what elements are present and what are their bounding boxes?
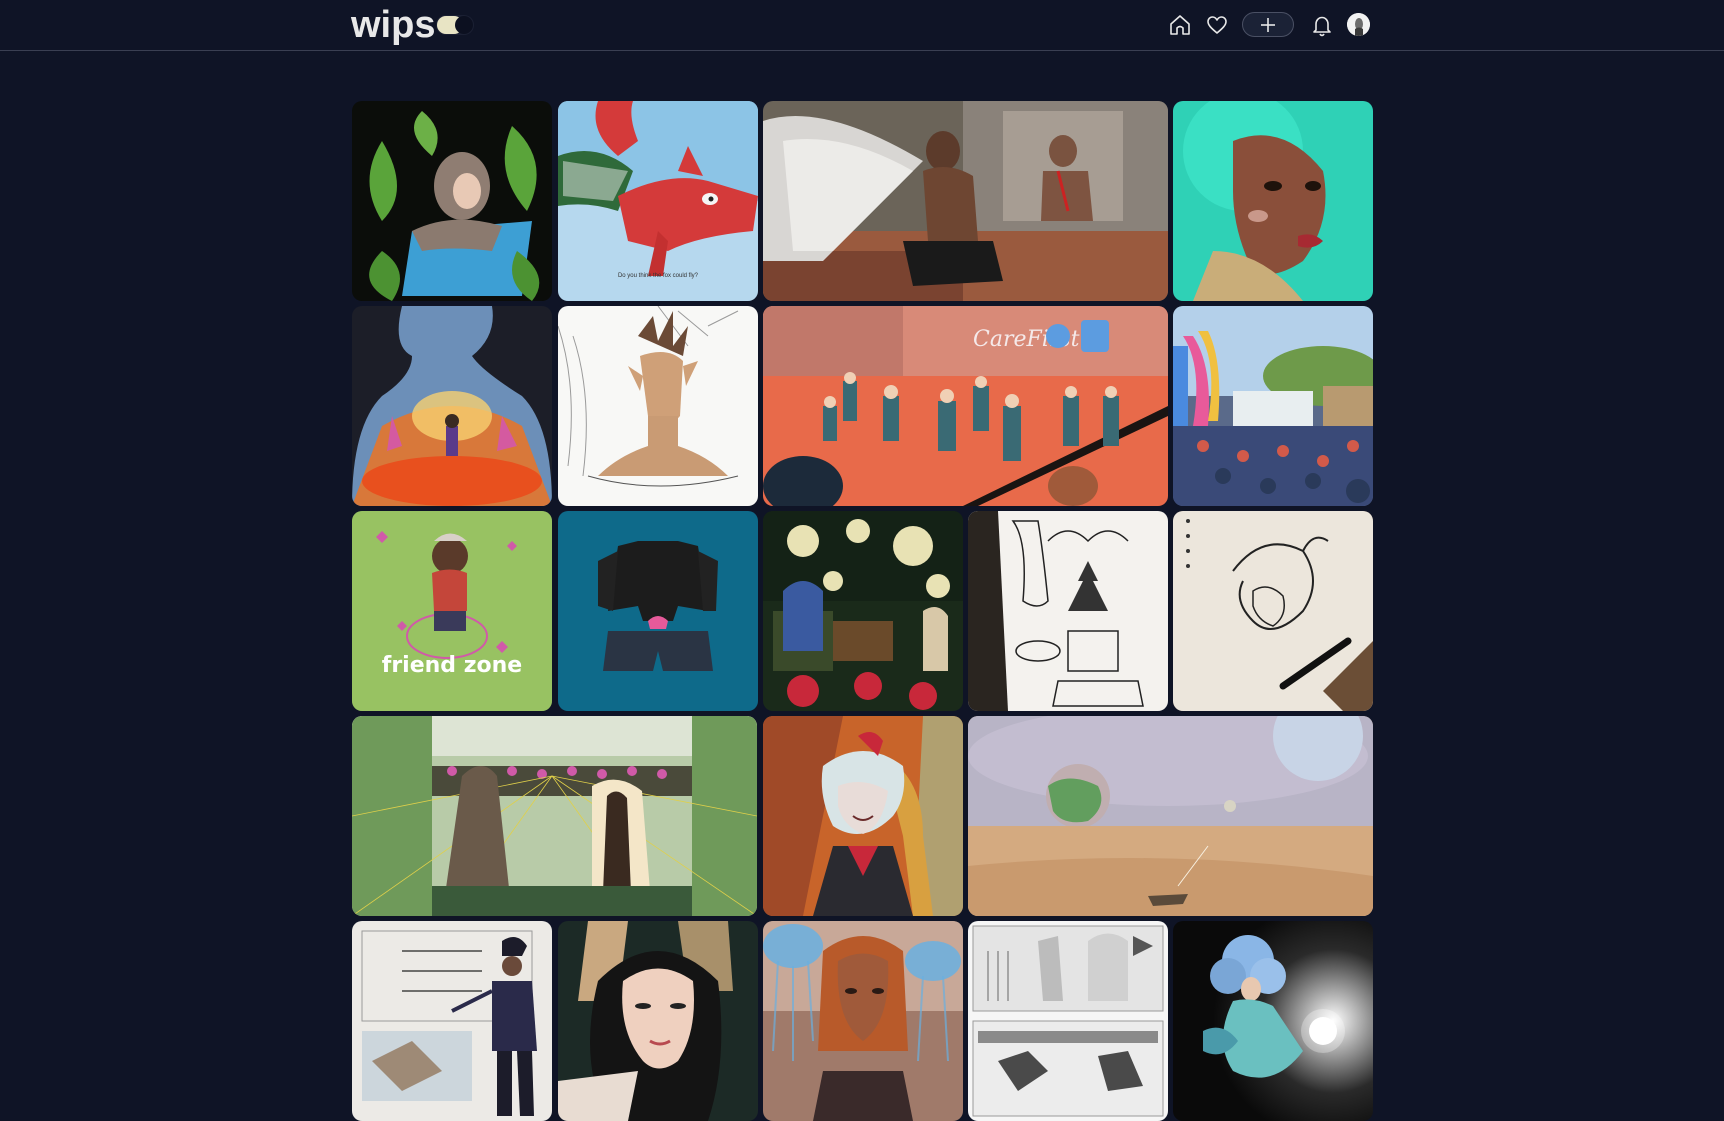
artwork-storyboard-sketch[interactable]	[968, 921, 1168, 1121]
top-navbar: wips	[0, 0, 1724, 51]
artwork-silhouette-fire[interactable]	[352, 306, 552, 506]
artwork-woman-teal-hair[interactable]	[1173, 101, 1373, 301]
artwork-red-fox-flying[interactable]: Do you think the fox could fly?	[558, 101, 758, 301]
artwork-white-hair-laughing[interactable]	[763, 716, 963, 916]
bell-icon[interactable]	[1309, 12, 1335, 38]
artwork-greenhouse-perspective[interactable]	[352, 716, 757, 916]
logo[interactable]: wips	[351, 3, 435, 47]
artwork-lantern-market[interactable]	[763, 511, 963, 711]
artwork-girl-with-leaves[interactable]	[352, 101, 552, 301]
home-icon[interactable]	[1167, 12, 1193, 38]
artwork-dragon-sketchbook[interactable]	[1173, 511, 1373, 711]
friend-zone-title: friend zone	[381, 653, 523, 678]
plus-icon	[1261, 17, 1275, 32]
theme-toggle[interactable]	[436, 15, 474, 35]
moon-indicator	[455, 16, 473, 34]
artwork-desert-planets[interactable]	[968, 716, 1373, 916]
caption-text: Do you think the fox could fly?	[617, 273, 699, 279]
artwork-character-sheet[interactable]	[352, 921, 552, 1121]
artwork-sketch-elf-man[interactable]	[558, 306, 758, 506]
artwork-woman-portrait[interactable]	[558, 921, 758, 1121]
artwork-carefirst-dance-hall[interactable]: CareFirst	[763, 306, 1168, 506]
artwork-outdoor-crowd[interactable]	[1173, 306, 1373, 506]
heart-icon[interactable]	[1204, 12, 1230, 38]
artwork-blue-hair-fairy[interactable]	[1173, 921, 1373, 1121]
artwork-winged-man-bathroom[interactable]	[763, 101, 1168, 301]
add-new-button[interactable]	[1242, 12, 1294, 37]
artwork-jacket-shorts[interactable]	[558, 511, 758, 711]
artwork-friend-zone[interactable]: friend zone	[352, 511, 552, 711]
artwork-ink-sketch-tree[interactable]	[968, 511, 1168, 711]
user-avatar[interactable]	[1347, 13, 1370, 36]
artwork-jellyfish-woman[interactable]	[763, 921, 963, 1121]
